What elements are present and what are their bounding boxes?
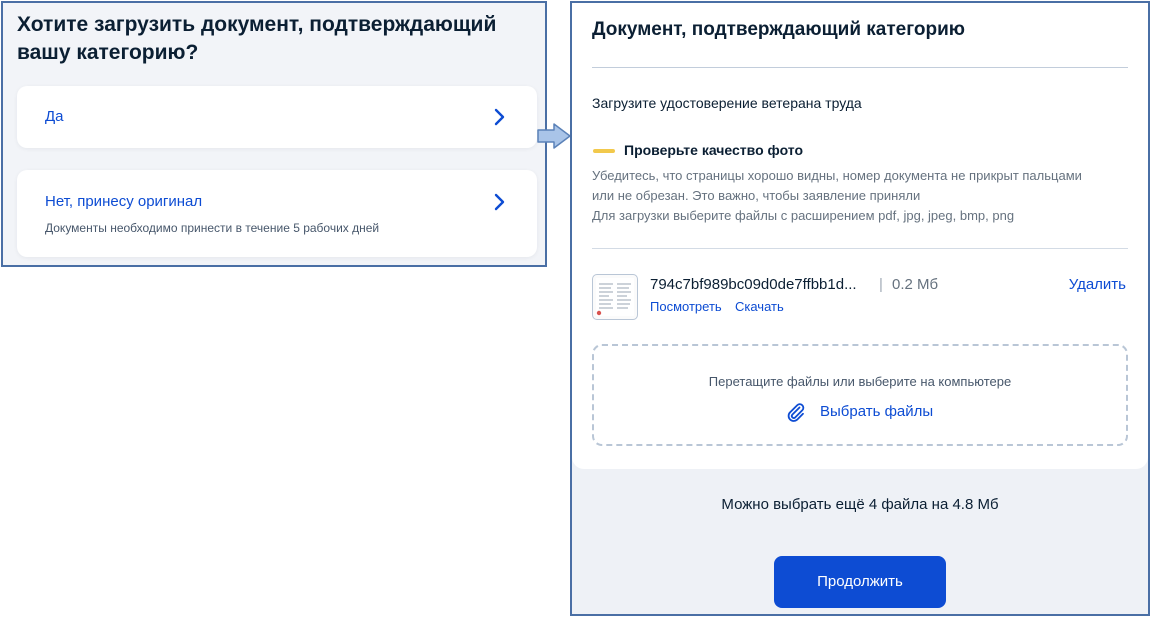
chevron-right-icon: [494, 193, 505, 211]
choose-files-label: Выбрать файлы: [820, 403, 934, 420]
upload-subtitle: Загрузите удостоверение ветерана труда: [592, 95, 862, 111]
quality-title: Проверьте качество фото: [624, 142, 804, 158]
paperclip-icon: [787, 403, 805, 422]
option-yes-label: Да: [45, 108, 64, 125]
question-title: Хотите загрузить документ, подтверждающи…: [17, 13, 497, 64]
remaining-files-text: Можно выбрать ещё 4 файла на 4.8 Мб: [721, 496, 999, 513]
file-size: 0.2 Мб: [892, 276, 939, 293]
chevron-right-icon: [494, 108, 505, 126]
choose-files-button[interactable]: Выбрать файлы: [786, 400, 946, 424]
option-no-label: Нет, принесу оригинал: [45, 193, 203, 210]
option-no-card[interactable]: Нет, принесу оригинал Документы необходи…: [17, 170, 537, 257]
warning-mark-icon: [593, 149, 615, 153]
file-dropzone[interactable]: Перетащите файлы или выберите на компьют…: [592, 344, 1128, 446]
divider: [592, 67, 1128, 68]
continue-button[interactable]: Продолжить: [774, 556, 946, 608]
file-separator: |: [879, 276, 883, 293]
download-file-link[interactable]: Скачать: [735, 299, 784, 314]
delete-file-link[interactable]: Удалить: [1069, 276, 1126, 293]
upload-card: Документ, подтверждающий категорию Загру…: [572, 3, 1148, 469]
dropzone-hint: Перетащите файлы или выберите на компьют…: [708, 374, 1012, 389]
file-thumbnail[interactable]: [592, 274, 638, 320]
document-upload-panel: Документ, подтверждающий категорию Загру…: [570, 1, 1150, 616]
upload-title: Документ, подтверждающий категорию: [592, 19, 966, 40]
quality-hint-line: или не обрезан. Это важно, чтобы заявлен…: [592, 188, 921, 203]
quality-hint-line: Убедитесь, что страницы хорошо видны, но…: [592, 168, 1082, 183]
flow-arrow-icon: [537, 123, 571, 149]
option-no-hint: Документы необходимо принести в течение …: [45, 221, 380, 235]
file-name: 794c7bf989bc09d0de7ffbb1d...: [650, 276, 857, 293]
document-preview-icon: [596, 278, 634, 316]
view-file-link[interactable]: Посмотреть: [650, 299, 722, 314]
option-yes-card[interactable]: Да: [17, 86, 537, 148]
divider: [592, 248, 1128, 249]
quality-hint-line: Для загрузки выберите файлы с расширение…: [592, 208, 1015, 223]
category-question-panel: Хотите загрузить документ, подтверждающи…: [1, 1, 547, 267]
